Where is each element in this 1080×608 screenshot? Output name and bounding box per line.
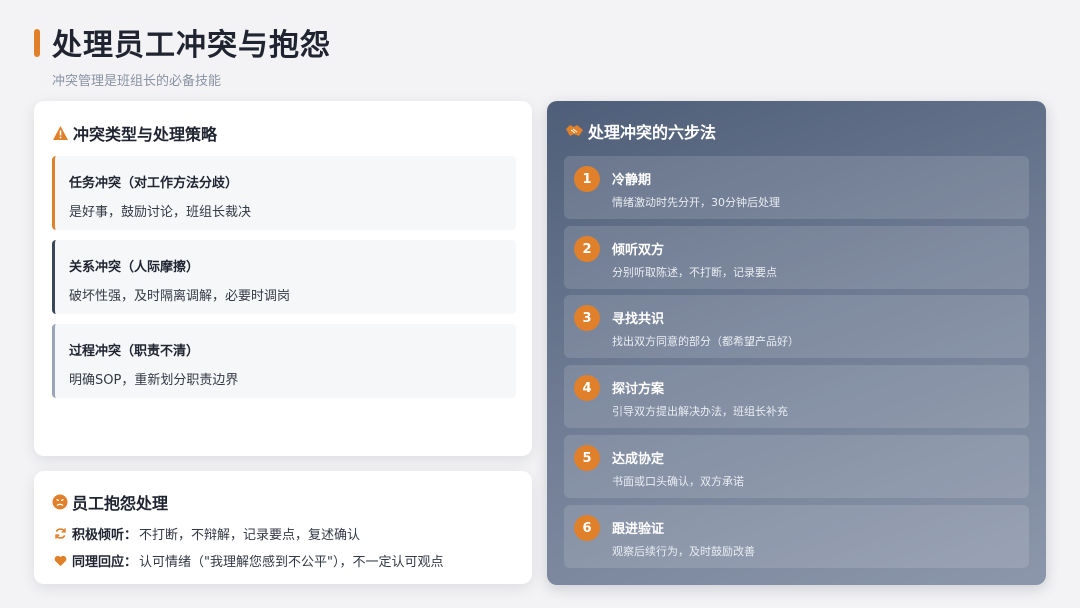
- complaint-row-empathy: 同理回应： 认可情绪（"我理解您感到不公平"），不一定认可观点: [52, 551, 443, 570]
- step-desc: 书面或口头确认，双方承诺: [612, 475, 744, 488]
- refresh-icon: [52, 527, 68, 540]
- page-subtitle: 冲突管理是班组长的必备技能: [52, 74, 222, 89]
- step-card-1: 1 冷静期 情绪激动时先分开，30分钟后处理: [564, 156, 1029, 219]
- step-title: 倾听双方: [612, 243, 665, 258]
- conflict-types-heading-text: 冲突类型与处理策略: [73, 125, 218, 144]
- step-desc: 情绪激动时先分开，30分钟后处理: [612, 196, 780, 209]
- step-desc: 引导双方提出解决办法，班组长补充: [612, 405, 788, 418]
- complaints-card: 员工抱怨处理 积极倾听： 不打断，不辩解，记录要点，复述确认 同理回应： 认可情…: [34, 471, 532, 584]
- complaint-row-label: 积极倾听：: [72, 528, 138, 543]
- conflict-types-card: 冲突类型与处理策略 任务冲突（对工作方法分歧） 是好事，鼓励讨论，班组长裁决 关…: [34, 101, 532, 456]
- conflict-type-desc: 是好事，鼓励讨论，班组长裁决: [69, 205, 252, 220]
- step-title: 冷静期: [612, 173, 652, 188]
- step-number-badge: 4: [574, 375, 600, 401]
- complaint-row-label: 同理回应：: [72, 555, 138, 570]
- step-desc: 分别听取陈述，不打断，记录要点: [612, 266, 777, 279]
- conflict-type-relationship: 关系冲突（人际摩擦） 破坏性强，及时隔离调解，必要时调岗: [52, 240, 516, 314]
- complaint-row-text: 认可情绪（"我理解您感到不公平"），不一定认可观点: [139, 555, 444, 570]
- step-number-badge: 1: [574, 166, 600, 192]
- step-title: 跟进验证: [612, 522, 665, 537]
- conflict-type-desc: 破坏性强，及时隔离调解，必要时调岗: [69, 289, 291, 304]
- step-card-5: 5 达成协定 书面或口头确认，双方承诺: [564, 435, 1029, 498]
- step-card-6: 6 跟进验证 观察后续行为，及时鼓励改善: [564, 505, 1029, 568]
- conflict-type-desc: 明确SOP，重新划分职责边界: [69, 373, 239, 388]
- angry-face-icon: [52, 494, 68, 510]
- complaint-row-text: 不打断，不辩解，记录要点，复述确认: [139, 528, 361, 543]
- step-title: 达成协定: [612, 452, 665, 467]
- step-number-badge: 3: [574, 305, 600, 331]
- title-accent-bar: [34, 29, 40, 57]
- conflict-type-name: 任务冲突（对工作方法分歧）: [69, 176, 239, 191]
- complaints-heading: 员工抱怨处理: [52, 490, 168, 514]
- conflict-type-name: 关系冲突（人际摩擦）: [69, 260, 200, 275]
- conflict-type-name: 过程冲突（职责不清）: [69, 344, 200, 359]
- step-number-badge: 5: [574, 445, 600, 471]
- step-number-badge: 2: [574, 236, 600, 262]
- handshake-icon: [565, 123, 584, 139]
- page-title: 处理员工冲突与抱怨: [52, 28, 331, 63]
- heart-icon: [52, 555, 68, 567]
- conflict-types-heading: 冲突类型与处理策略: [52, 121, 217, 145]
- step-desc: 观察后续行为，及时鼓励改善: [612, 545, 755, 558]
- complaints-heading-text: 员工抱怨处理: [72, 494, 169, 513]
- step-card-4: 4 探讨方案 引导双方提出解决办法，班组长补充: [564, 365, 1029, 428]
- step-desc: 找出双方同意的部分（都希望产品好）: [612, 335, 799, 348]
- step-card-2: 2 倾听双方 分别听取陈述，不打断，记录要点: [564, 226, 1029, 289]
- warning-icon: [52, 125, 69, 141]
- conflict-type-task: 任务冲突（对工作方法分歧） 是好事，鼓励讨论，班组长裁决: [52, 156, 516, 230]
- step-number-badge: 6: [574, 515, 600, 541]
- conflict-type-process: 过程冲突（职责不清） 明确SOP，重新划分职责边界: [52, 324, 516, 398]
- step-title: 探讨方案: [612, 382, 665, 397]
- six-steps-heading-text: 处理冲突的六步法: [588, 123, 717, 142]
- six-steps-heading: 处理冲突的六步法: [565, 119, 716, 143]
- step-title: 寻找共识: [612, 312, 665, 327]
- six-steps-panel: 处理冲突的六步法 1 冷静期 情绪激动时先分开，30分钟后处理 2 倾听双方 分…: [547, 101, 1046, 585]
- step-card-3: 3 寻找共识 找出双方同意的部分（都希望产品好）: [564, 295, 1029, 358]
- complaint-row-listen: 积极倾听： 不打断，不辩解，记录要点，复述确认: [52, 524, 360, 543]
